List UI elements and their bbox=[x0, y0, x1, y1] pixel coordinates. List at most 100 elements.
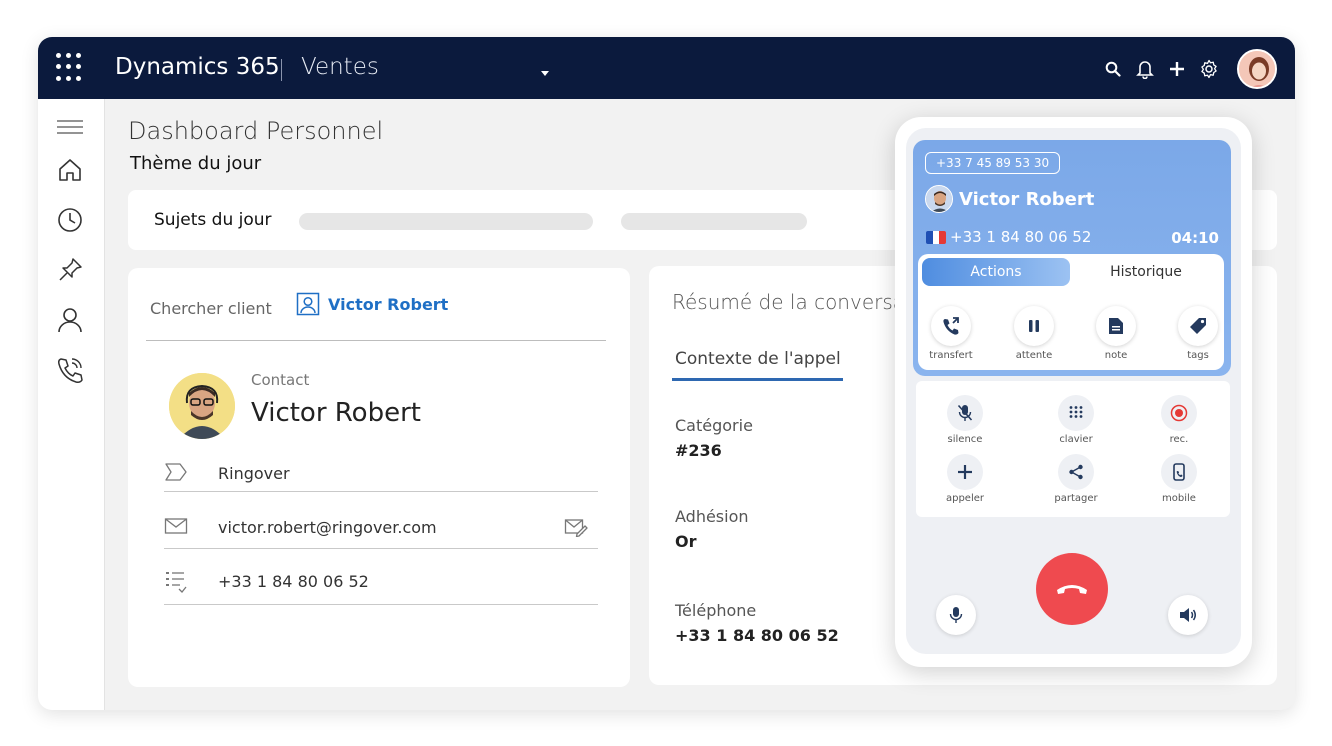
client-search-label[interactable]: Chercher client bbox=[150, 299, 272, 318]
pause-icon[interactable] bbox=[1014, 306, 1054, 346]
tags-label: tags bbox=[1187, 350, 1209, 361]
transfer-call-icon[interactable] bbox=[931, 306, 971, 346]
selected-client-name: Victor Robert bbox=[328, 294, 449, 314]
keypad-control[interactable]: clavier bbox=[1041, 395, 1111, 445]
tab-call-context[interactable]: Contexte de l'appel bbox=[675, 349, 841, 369]
field-label-category: Catégorie bbox=[675, 416, 753, 435]
tag-outline-icon bbox=[164, 462, 188, 482]
line-number: +33 7 45 89 53 30 bbox=[925, 152, 1061, 174]
call-panel: Actions Historique transfert attente not… bbox=[918, 254, 1224, 370]
hold-action[interactable]: attente bbox=[1004, 306, 1064, 361]
phone-calls-icon[interactable] bbox=[54, 354, 86, 386]
hangup-button[interactable] bbox=[1036, 553, 1108, 625]
module-dropdown-icon[interactable] bbox=[541, 71, 549, 76]
contact-card-icon bbox=[296, 292, 320, 316]
call-controls: silence clavier rec. appeler partager mo… bbox=[916, 381, 1230, 517]
divider bbox=[164, 491, 598, 492]
record-label: rec. bbox=[1169, 434, 1189, 445]
compose-email-icon[interactable] bbox=[564, 517, 588, 542]
caller-phone-row: +33 1 84 80 06 52 bbox=[926, 228, 1091, 246]
record-control[interactable]: rec. bbox=[1144, 395, 1214, 445]
tag-icon[interactable] bbox=[1178, 306, 1218, 346]
recent-clock-icon[interactable] bbox=[54, 204, 86, 236]
brand-name: Dynamics 365 bbox=[115, 54, 280, 80]
hold-label: attente bbox=[1015, 350, 1053, 361]
company-row: Ringover bbox=[164, 454, 598, 494]
field-label-phone: Téléphone bbox=[675, 601, 757, 620]
home-icon[interactable] bbox=[54, 154, 86, 186]
contact-phone[interactable]: +33 1 84 80 06 52 bbox=[218, 572, 369, 591]
caller-name: Victor Robert bbox=[959, 188, 1095, 210]
transfer-label: transfert bbox=[929, 350, 973, 361]
selected-client[interactable]: Victor Robert bbox=[296, 292, 448, 316]
tags-action[interactable]: tags bbox=[1168, 306, 1228, 361]
call-tabs: Actions Historique bbox=[922, 258, 1220, 286]
call-widget-body: +33 7 45 89 53 30 Victor Robert +33 1 84… bbox=[906, 128, 1241, 654]
page-subtitle: Thème du jour bbox=[130, 153, 262, 174]
gear-icon[interactable] bbox=[1199, 59, 1219, 79]
add-call-control[interactable]: appeler bbox=[930, 454, 1000, 504]
caller-info: Victor Robert bbox=[925, 185, 1094, 213]
active-call-card: +33 7 45 89 53 30 Victor Robert +33 1 84… bbox=[913, 140, 1231, 376]
list-check-icon bbox=[164, 570, 188, 593]
topic-placeholder bbox=[299, 213, 593, 230]
keypad-label: clavier bbox=[1059, 434, 1093, 445]
sidebar bbox=[38, 99, 105, 710]
mobile-control[interactable]: mobile bbox=[1144, 454, 1214, 504]
top-actions bbox=[1103, 49, 1277, 89]
note-icon[interactable] bbox=[1096, 306, 1136, 346]
brand-separator bbox=[281, 59, 282, 81]
microphone-icon[interactable] bbox=[936, 595, 976, 635]
mic-off-icon[interactable] bbox=[947, 395, 983, 431]
email-row: victor.robert@ringover.com bbox=[164, 508, 598, 548]
transfer-action[interactable]: transfert bbox=[921, 306, 981, 361]
app-launcher-icon[interactable] bbox=[56, 53, 82, 83]
contact-company: Ringover bbox=[218, 464, 290, 483]
add-call-label: appeler bbox=[945, 493, 985, 504]
field-value-category: #236 bbox=[675, 441, 722, 460]
tab-history[interactable]: Historique bbox=[1072, 258, 1220, 286]
share-icon[interactable] bbox=[1058, 454, 1094, 490]
bell-icon[interactable] bbox=[1135, 59, 1155, 79]
field-label-membership: Adhésion bbox=[675, 507, 749, 526]
topic-placeholder bbox=[621, 213, 807, 230]
mute-label: silence bbox=[947, 434, 983, 445]
note-action[interactable]: note bbox=[1086, 306, 1146, 361]
contacts-person-icon[interactable] bbox=[54, 304, 86, 336]
plus-icon[interactable] bbox=[1167, 59, 1187, 79]
topics-label: Sujets du jour bbox=[154, 210, 272, 230]
caller-avatar bbox=[925, 185, 953, 213]
call-duration: 04:10 bbox=[1171, 229, 1219, 247]
mail-icon bbox=[164, 516, 188, 536]
speaker-icon[interactable] bbox=[1168, 595, 1208, 635]
top-bar: Dynamics 365 Ventes bbox=[38, 37, 1295, 99]
user-avatar[interactable] bbox=[1237, 49, 1277, 89]
mobile-label: mobile bbox=[1162, 493, 1196, 504]
pin-icon[interactable] bbox=[54, 254, 86, 286]
phone-row: +33 1 84 80 06 52 bbox=[164, 562, 598, 602]
module-name[interactable]: Ventes bbox=[301, 54, 379, 80]
mute-control[interactable]: silence bbox=[930, 395, 1000, 445]
contact-email[interactable]: victor.robert@ringover.com bbox=[218, 518, 437, 537]
keypad-icon[interactable] bbox=[1058, 395, 1094, 431]
contact-avatar bbox=[169, 373, 235, 439]
plus-icon[interactable] bbox=[947, 454, 983, 490]
conversation-summary-title: Résumé de la conversa bbox=[672, 290, 906, 314]
divider bbox=[164, 604, 598, 605]
hamburger-menu-icon[interactable] bbox=[54, 111, 86, 143]
divider bbox=[164, 548, 598, 549]
hangup-phone-icon bbox=[1057, 585, 1087, 594]
share-control[interactable]: partager bbox=[1041, 454, 1111, 504]
active-tab-indicator bbox=[672, 378, 843, 381]
caller-phone: +33 1 84 80 06 52 bbox=[950, 228, 1092, 246]
search-icon[interactable] bbox=[1103, 59, 1123, 79]
call-widget: +33 7 45 89 53 30 Victor Robert +33 1 84… bbox=[895, 117, 1252, 667]
record-icon[interactable] bbox=[1161, 395, 1197, 431]
france-flag-icon bbox=[926, 230, 946, 244]
contact-name: Victor Robert bbox=[251, 398, 421, 428]
contact-type: Contact bbox=[251, 371, 310, 389]
tab-actions[interactable]: Actions bbox=[922, 258, 1070, 286]
mobile-icon[interactable] bbox=[1161, 454, 1197, 490]
note-label: note bbox=[1104, 350, 1128, 361]
divider bbox=[146, 340, 606, 341]
